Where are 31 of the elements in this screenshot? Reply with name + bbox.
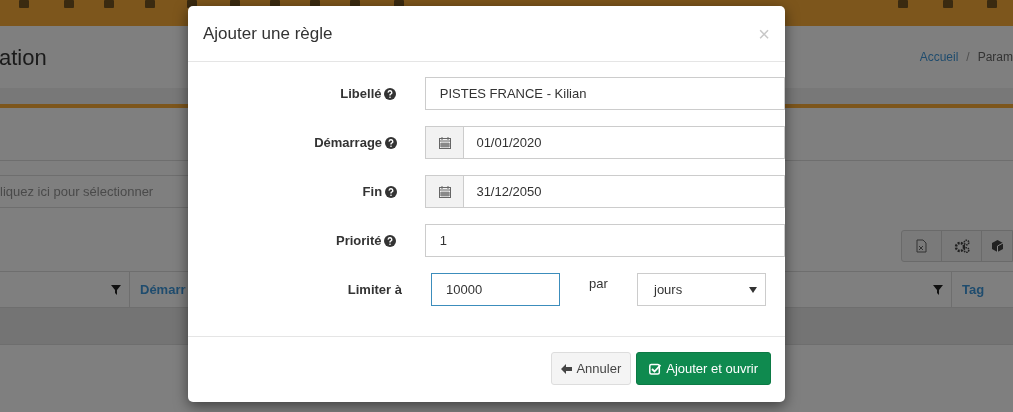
cancel-button[interactable]: Annuler: [551, 352, 632, 385]
help-icon[interactable]: [385, 185, 398, 198]
per-label: par: [588, 275, 609, 293]
text-field[interactable]: PISTES FRANCE - Kilian: [424, 77, 785, 110]
add-and-open-button[interactable]: Ajouter et ouvrir: [636, 352, 771, 385]
help-icon[interactable]: [384, 234, 397, 247]
caret-icon[interactable]: [749, 286, 757, 293]
cube-icon: [990, 239, 1004, 253]
gears-icon: [953, 239, 970, 253]
page-title: ation: [0, 43, 47, 72]
calendar-icon[interactable]: [438, 185, 451, 198]
help-icon[interactable]: [385, 136, 398, 149]
calendar-icon[interactable]: [438, 136, 451, 149]
arrow-left-icon: [561, 363, 573, 374]
field-label: Priorité: [335, 231, 382, 250]
filter-icon[interactable]: [933, 284, 943, 295]
modal-title: Ajouter une règle: [203, 22, 333, 45]
text-field[interactable]: 1: [424, 224, 785, 257]
field-label: Démarrage: [314, 133, 383, 152]
filter-icon[interactable]: [111, 284, 121, 295]
checkbox-icon: [649, 362, 662, 375]
document-icon: [916, 239, 927, 253]
field-label: Fin: [362, 182, 383, 201]
unit-select[interactable]: jours: [637, 273, 766, 306]
field-label: Limiter à: [347, 280, 402, 299]
date-field[interactable]: 01/01/2020: [425, 126, 785, 159]
date-field[interactable]: 31/12/2050: [425, 175, 785, 208]
field-label: Libellé: [340, 84, 382, 103]
number-field[interactable]: 10000: [431, 273, 560, 306]
breadcrumb-separator: /: [966, 49, 970, 66]
help-icon[interactable]: [384, 87, 397, 100]
